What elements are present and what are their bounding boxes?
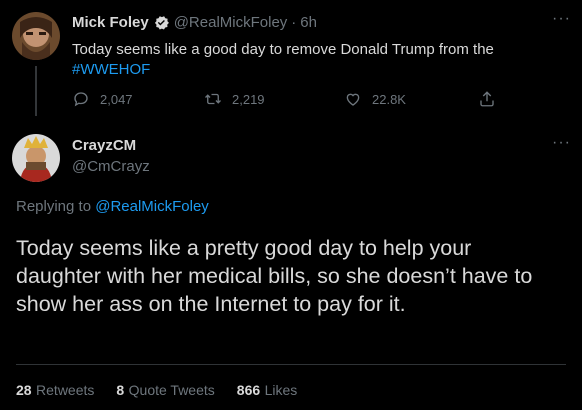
reply-count: 2,047: [100, 91, 133, 107]
reply-author-name[interactable]: CrayzCM: [72, 137, 136, 154]
retweet-button[interactable]: 2,219: [204, 90, 265, 108]
crayzcm-avatar[interactable]: [12, 134, 60, 182]
thread-connector-line: [35, 66, 37, 116]
retweet-count: 2,219: [232, 91, 265, 107]
stats-divider: [16, 364, 566, 365]
replying-to-prefix: Replying to: [16, 198, 92, 215]
reply-icon: [74, 92, 88, 107]
retweet-icon: [205, 93, 221, 105]
quote-tweets-stat-label: Quote Tweets: [128, 382, 215, 398]
more-icon[interactable]: ···: [552, 11, 571, 27]
reply-text-line1: Today seems like a pretty good day to he…: [16, 236, 472, 260]
share-button[interactable]: [478, 90, 496, 108]
likes-stat[interactable]: 866 Likes: [237, 382, 298, 400]
likes-stat-label: Likes: [264, 382, 298, 398]
replying-to-handle[interactable]: @RealMickFoley: [95, 198, 209, 215]
verified-badge-icon: [154, 16, 169, 30]
retweets-stat-label: Retweets: [36, 382, 95, 398]
reply-more-icon[interactable]: ···: [552, 135, 571, 151]
quote-tweets-stat[interactable]: 8 Quote Tweets: [116, 382, 214, 400]
share-icon: [480, 91, 494, 107]
likes-stat-count: 866: [236, 382, 261, 398]
tweet-time[interactable]: 6h: [300, 14, 317, 31]
quote-tweets-stat-count: 8: [116, 382, 125, 398]
like-count: 22.8K: [372, 91, 406, 107]
author-handle[interactable]: @RealMickFoley: [174, 14, 288, 31]
like-icon: [346, 93, 360, 106]
retweets-stat-count: 28: [16, 382, 32, 398]
reply-author-handle[interactable]: @CmCrayz: [72, 158, 150, 175]
hashtag-link[interactable]: #WWEHOF: [72, 60, 552, 80]
reply-text-line2: daughter with her medical bills, so she …: [16, 264, 533, 288]
mick-foley-avatar[interactable]: [12, 12, 60, 60]
reply-button[interactable]: 2,047: [72, 90, 133, 108]
tweet-text-line1: Today seems like a good day to remove Do…: [72, 41, 494, 58]
like-button[interactable]: 22.8K: [344, 90, 406, 108]
separator-dot: ·: [291, 14, 297, 31]
author-name[interactable]: Mick Foley: [72, 14, 149, 31]
retweets-stat[interactable]: 28 Retweets: [16, 382, 94, 400]
reply-text-line3: show her ass on the Internet to pay for …: [16, 292, 406, 316]
